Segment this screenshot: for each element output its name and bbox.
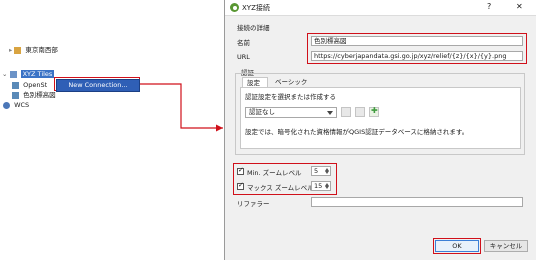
auth-config-value: 認証なし xyxy=(249,108,275,116)
chevron-down-icon xyxy=(327,111,333,115)
add-auth-icon[interactable]: ✚ xyxy=(369,106,379,117)
cancel-button[interactable]: キャンセル xyxy=(484,240,528,252)
referer-label: リファラー xyxy=(237,200,270,208)
name-url-highlight xyxy=(307,33,527,64)
dialog-title: XYZ接続 xyxy=(242,4,270,12)
xyz-connection-dialog: XYZ接続 ? ✕ 接続の詳細 名前 色別標高図 URL https://cyb… xyxy=(224,0,536,260)
ok-button-highlight xyxy=(433,238,481,254)
help-button[interactable]: ? xyxy=(487,2,491,11)
dialog-titlebar: XYZ接続 ? ✕ xyxy=(225,0,536,16)
auth-config-select[interactable]: 認証なし xyxy=(245,107,337,118)
connection-details-title: 接続の詳細 xyxy=(237,24,270,32)
remove-auth-icon[interactable] xyxy=(355,107,365,117)
qgis-logo-icon xyxy=(230,3,239,12)
url-label: URL xyxy=(237,53,250,61)
close-button[interactable]: ✕ xyxy=(516,2,523,11)
edit-auth-icon[interactable] xyxy=(341,107,351,117)
name-label: 名前 xyxy=(237,39,250,47)
zoom-level-highlight xyxy=(233,163,337,195)
auth-info-text: 設定では、暗号化された資格情報がQGIS認証データベースに格納されます。 xyxy=(245,128,469,136)
referer-input[interactable] xyxy=(311,197,523,207)
auth-select-label: 認証設定を選択または作成する xyxy=(245,93,336,101)
auth-tab-panel: 認証設定を選択または作成する 認証なし ✚ 設定では、暗号化された資格情報がQG… xyxy=(240,87,521,149)
